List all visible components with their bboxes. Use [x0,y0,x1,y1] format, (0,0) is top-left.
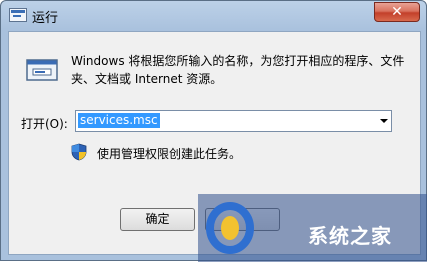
open-label: 打开(O): [21,117,68,131]
watermark-logo-icon [206,202,254,254]
ok-button[interactable]: 确定 [120,208,195,231]
admin-privilege-note: 使用管理权限创建此任务。 [97,147,242,161]
watermark-text: 系统之家 [308,224,392,248]
close-button[interactable]: ✕ [374,2,420,22]
window-title: 运行 [32,11,59,26]
open-combobox[interactable]: services.msc [75,110,392,132]
run-dialog-window: 运行 ✕ Windows 将根据您所输入的名称，为您打开相应的程序、文件夹、文档… [0,0,427,262]
run-description: Windows 将根据您所输入的名称，为您打开相应的程序、文件夹、文档或 Int… [71,54,405,86]
uac-shield-icon [71,143,87,161]
run-app-icon [9,8,27,22]
title-bar[interactable]: 运行 ✕ [1,1,427,31]
run-window-icon [26,59,58,81]
open-input[interactable]: services.msc [78,113,160,128]
site-watermark: 系统之家 [198,194,427,262]
dropdown-arrow-icon[interactable] [380,119,388,123]
